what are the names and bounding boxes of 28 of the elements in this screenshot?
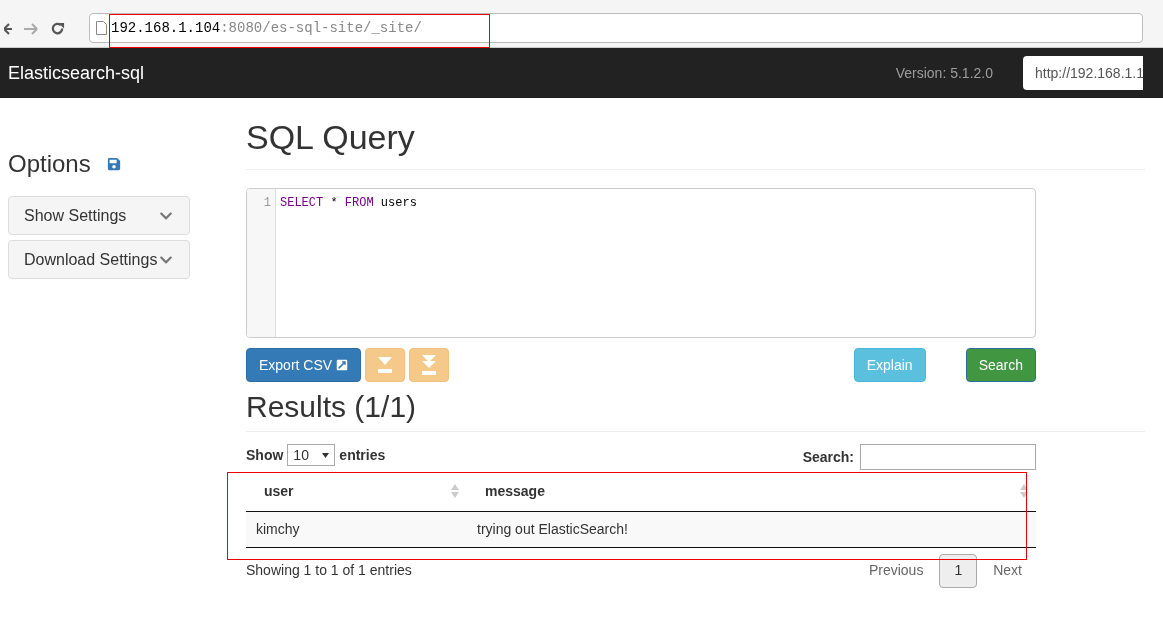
page-size-select[interactable]: 10 <box>287 444 336 466</box>
column-header[interactable]: message <box>467 472 1036 511</box>
address-path: :8080/es-sql-site/_site/ <box>220 18 422 38</box>
code-editor[interactable]: 1 SELECT * FROM users <box>246 188 1036 338</box>
options-title: Options <box>8 149 91 179</box>
table-cell: kimchy <box>246 511 467 547</box>
page-title: SQL Query <box>246 112 1145 170</box>
settings-toggle[interactable]: Show Settings <box>8 196 190 235</box>
results-title: Results (1/1) <box>246 389 418 425</box>
show-label: Show <box>246 445 284 465</box>
address-bar[interactable]: 192.168.1.104:8080/es-sql-site/_site/ <box>89 13 1143 43</box>
search-button[interactable]: Search <box>965 348 1036 382</box>
pagination-button[interactable]: Next <box>979 553 1036 588</box>
address-host: 192.168.1.104 <box>111 18 221 38</box>
pagination-button[interactable]: 1 <box>939 553 978 588</box>
settings-toggle[interactable]: Download Settings <box>8 240 190 279</box>
entries-info: Showing 1 to 1 of 1 entries <box>246 561 412 580</box>
table-cell: trying out ElasticSearch! <box>467 511 1036 547</box>
url-field[interactable]: http://192.168.1.1 <box>1023 56 1143 90</box>
entries-label: entries <box>339 445 386 465</box>
line-number: 1 <box>263 195 271 212</box>
search-label: Search: <box>802 447 854 467</box>
code-line: SELECT * FROM users <box>280 195 417 212</box>
column-header[interactable]: user <box>246 472 467 511</box>
brand-title[interactable]: Elasticsearch-sql <box>8 59 145 87</box>
version-text: Version: 5.1.2.0 <box>895 63 993 83</box>
export-csv-button[interactable]: Export CSV <box>246 348 362 382</box>
pagination-button[interactable]: Previous <box>854 553 938 588</box>
